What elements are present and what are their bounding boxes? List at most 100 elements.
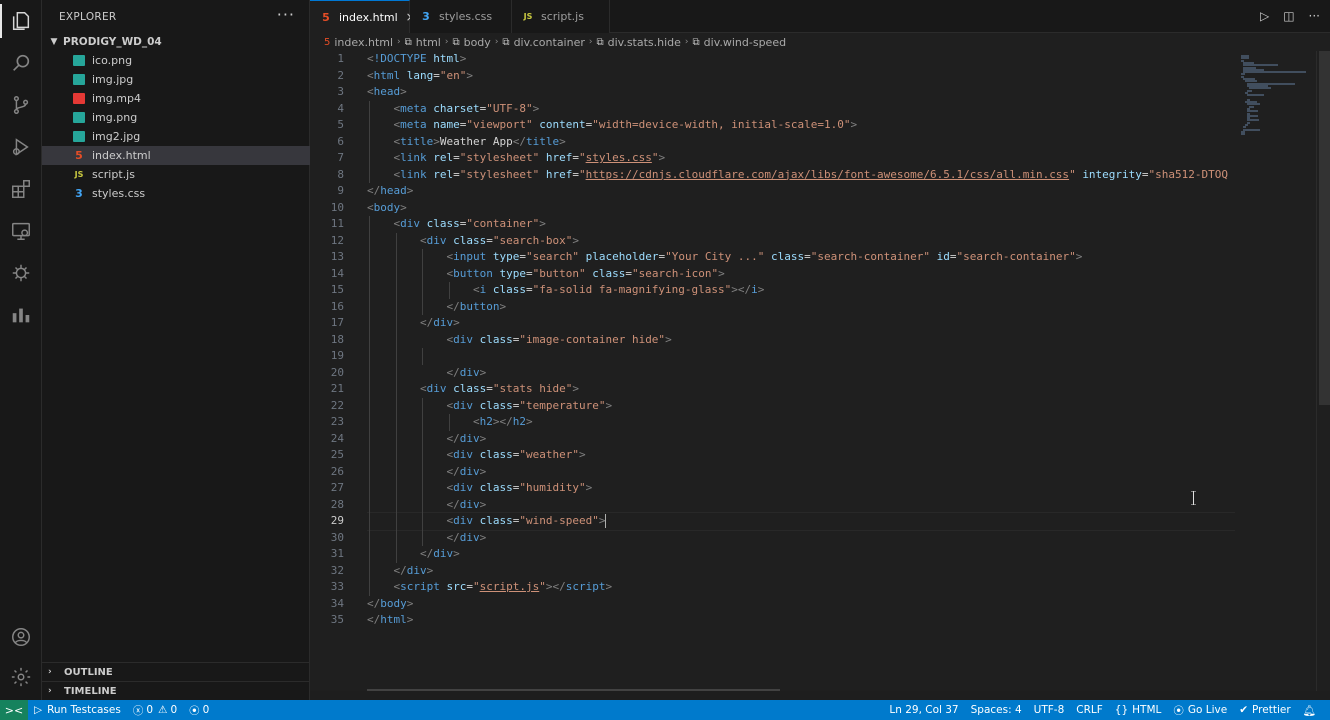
code-token: h2 [512,415,526,428]
scrollbar-thumb[interactable] [367,689,780,691]
bell-icon[interactable]: 🔔︎ [1297,704,1322,717]
folder-root[interactable]: ▼ PRODIGY_WD_04 [42,33,310,51]
split-editor-icon[interactable]: ◫ [1283,9,1294,23]
code-token: "button" [532,266,586,280]
timeline-panel[interactable]: › TIMELINE [42,681,310,700]
code-line[interactable]: <div class="container"> [367,216,546,233]
scrollbar-thumb[interactable] [1319,51,1330,405]
breadcrumb-item[interactable]: html [416,36,441,49]
code-token: div [453,448,473,461]
code-line[interactable]: </div> [367,365,486,382]
more-actions-icon[interactable]: ··· [277,5,295,24]
vertical-scrollbar[interactable] [1316,51,1330,691]
js-file-icon: JS [523,12,533,21]
tab-styles-css[interactable]: 3 styles.css [410,0,512,33]
file-item-img2-jpg[interactable]: img2.jpg [42,127,310,146]
code-line[interactable]: <script src="script.js"></script> [367,579,613,596]
source-control-icon[interactable] [0,84,42,126]
settings-gear-icon[interactable] [0,656,42,698]
go-live-button[interactable]: ⦿ Go Live [1167,703,1233,718]
code-line[interactable]: <html lang="en"> [367,68,473,85]
file-item-img-mp4[interactable]: img.mp4 [42,89,310,108]
encoding[interactable]: UTF-8 [1028,704,1071,716]
run-debug-icon[interactable] [0,126,42,168]
code-line[interactable]: </div> [367,530,486,547]
code-line[interactable]: </div> [367,546,460,563]
code-line[interactable]: <link rel="stylesheet" href="styles.css"… [367,150,666,167]
code-line[interactable]: <head> [367,84,407,101]
ports-indicator[interactable]: ⦿ 0 [183,703,215,718]
code-line[interactable]: <h2></h2> [367,414,533,431]
code-line[interactable]: </body> [367,596,413,613]
code-line[interactable]: </div> [367,431,486,448]
file-item-script-js[interactable]: JS script.js [42,165,310,184]
run-testcases-button[interactable]: ▷ Run Testcases [28,704,127,716]
tab-script-js[interactable]: JS script.js [512,0,610,33]
file-item-ico-png[interactable]: ico.png [42,51,310,70]
code-line[interactable]: </div> [367,497,486,514]
remote-explorer-icon[interactable] [0,210,42,252]
code-token: < [419,382,427,395]
code-line[interactable]: <div class="image-container hide"> [367,332,671,349]
file-name: index.html [92,149,151,162]
code-line[interactable]: <div class="humidity"> [367,480,592,497]
code-area[interactable]: <!DOCTYPE html> <html lang="en"> <head> <m… [367,51,1235,691]
code-token: </ [446,497,460,511]
minimap[interactable] [1235,51,1315,691]
file-item-img-jpg[interactable]: img.jpg [42,70,310,89]
breadcrumb-item[interactable]: div.stats.hide [608,36,681,49]
code-line[interactable]: </div> [367,563,434,580]
horizontal-scrollbar[interactable] [367,689,1235,691]
tab-index-html[interactable]: 5 index.html × [310,0,416,33]
code-line[interactable]: <div class="wind-speed"> [367,512,1235,531]
line-number: 22 [330,398,344,412]
code-line[interactable]: </div> [367,464,486,481]
chart-icon[interactable] [0,294,42,336]
code-line[interactable]: <title>Weather App</title> [367,134,566,151]
run-icon[interactable]: ▷ [1260,9,1269,23]
line-ending[interactable]: CRLF [1070,704,1109,716]
code-line[interactable]: <meta charset="UTF-8"> [367,101,540,118]
code-line[interactable]: </button> [367,299,506,316]
outline-panel[interactable]: › OUTLINE [42,662,310,681]
extensions-icon[interactable] [0,168,42,210]
code-line[interactable]: <input type="search" placeholder="Your C… [367,249,1082,266]
code-editor[interactable]: 1 2 3 4 5 6 7 8 9 10 11 12 13 14 15 16 17 18 19 20 21 22 23 24 2… [310,51,1330,691]
files-icon[interactable] [0,0,42,42]
code-line[interactable]: <link rel="stylesheet" href="https://cdn… [367,167,1229,184]
breadcrumb-item[interactable]: index.html [334,36,393,49]
file-item-styles-css[interactable]: 3 styles.css [42,184,310,203]
indentation[interactable]: Spaces: 4 [965,704,1028,716]
code-token: ></ [545,580,566,593]
breadcrumb-item[interactable]: div.container [514,36,585,49]
breadcrumb-item[interactable]: body [464,36,491,49]
code-line[interactable]: <body> [367,200,407,217]
problems-indicator[interactable]: ⓧ 0 ⚠ 0 [127,703,183,718]
account-icon[interactable] [0,616,42,658]
code-line[interactable]: <meta name="viewport" content="width=dev… [367,117,858,134]
code-line[interactable]: <div class="search-box"> [367,233,579,250]
code-line[interactable]: </html> [367,612,413,629]
remote-icon[interactable]: >< [0,700,28,720]
code-line[interactable]: <!DOCTYPE html> [367,51,466,68]
code-line[interactable]: </head> [367,183,413,200]
file-item-index-html[interactable]: 5 index.html [42,146,310,165]
code-token: head [380,184,407,197]
file-item-img-png[interactable]: img.png [42,108,310,127]
code-line[interactable]: <div class="temperature"> [367,398,612,415]
code-line[interactable]: <div class="weather"> [367,447,585,464]
prettier-button[interactable]: ✔ Prettier [1233,704,1296,716]
language-mode[interactable]: {} HTML [1109,704,1168,716]
code-line[interactable]: <div class="stats hide"> [367,381,579,398]
more-actions-icon[interactable]: ··· [1309,9,1320,23]
search-icon[interactable] [0,42,42,84]
code-line[interactable]: <i class="fa-solid fa-magnifying-glass">… [367,282,764,299]
breadcrumb-item[interactable]: div.wind-speed [704,36,786,49]
code-line[interactable]: </div> [367,315,460,332]
code-line[interactable]: <button type="button" class="search-icon… [367,266,724,283]
cursor-position[interactable]: Ln 29, Col 37 [883,704,964,716]
testing-icon[interactable] [0,252,42,294]
html-file-icon: 5 [324,36,331,48]
